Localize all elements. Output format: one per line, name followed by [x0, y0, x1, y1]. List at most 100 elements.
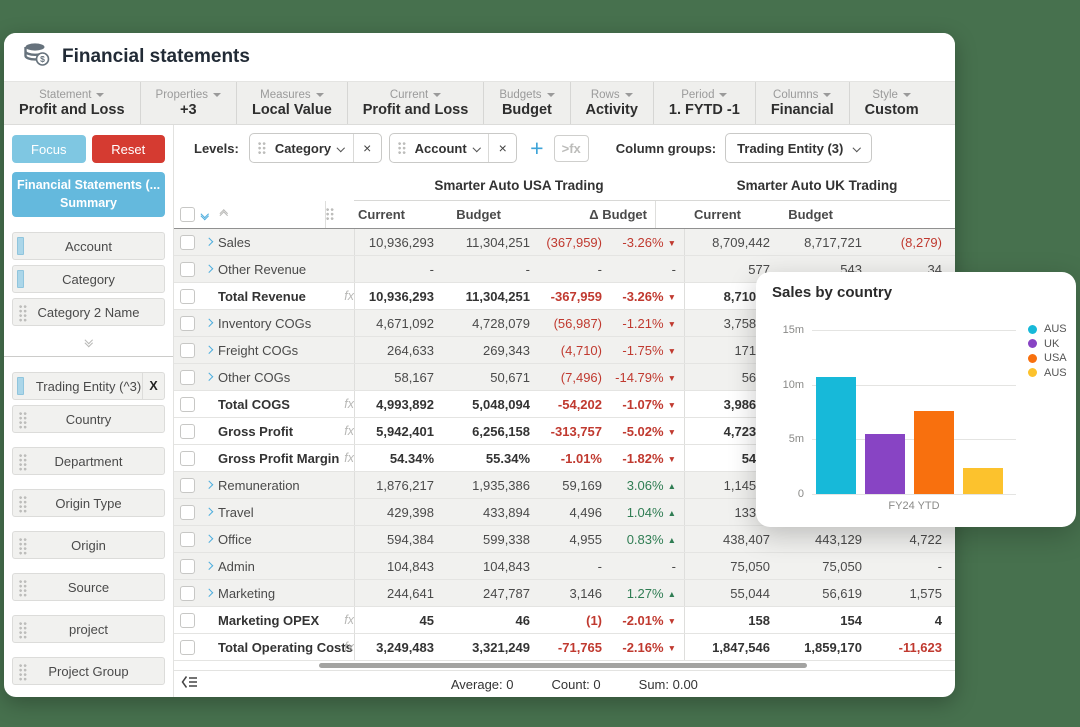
row-label: Admin: [218, 559, 336, 574]
drag-handle-icon[interactable]: [326, 208, 335, 221]
focus-button[interactable]: Focus: [12, 135, 86, 163]
toolbar-item-statement[interactable]: StatementProfit and Loss: [4, 82, 140, 124]
toolbar-item-style[interactable]: StyleCustom: [849, 82, 934, 124]
toolbar-item-current[interactable]: CurrentProfit and Loss: [347, 82, 484, 124]
expand-row-icon[interactable]: [205, 238, 213, 246]
drag-handle-icon[interactable]: [19, 580, 28, 597]
column-header-budget-uk[interactable]: Budget: [749, 207, 841, 222]
row-checkbox[interactable]: [180, 532, 195, 547]
toolbar-item-budgets[interactable]: BudgetsBudget: [483, 82, 569, 124]
table-row-admin[interactable]: Admin104,843104,843--75,05075,050-: [174, 553, 955, 580]
sidebar-field-project[interactable]: project: [12, 615, 165, 643]
drag-handle-icon[interactable]: [19, 496, 28, 513]
sidebar-field-project-group[interactable]: Project Group: [12, 657, 165, 685]
drag-handle-icon[interactable]: [19, 305, 28, 322]
cell-usa-delta: -1.01%: [538, 451, 610, 466]
row-checkbox[interactable]: [180, 262, 195, 277]
horizontal-scrollbar-track[interactable]: [174, 661, 955, 670]
row-checkbox[interactable]: [180, 586, 195, 601]
toolbar-item-properties[interactable]: Properties+3: [140, 82, 236, 124]
chevron-down-icon[interactable]: [473, 144, 481, 152]
row-checkbox[interactable]: [180, 235, 195, 250]
drag-handle-icon[interactable]: [19, 454, 28, 471]
select-all-checkbox[interactable]: [180, 207, 195, 222]
row-checkbox[interactable]: [180, 559, 195, 574]
chevron-down-icon[interactable]: [337, 144, 345, 152]
table-row-total-operating-costs[interactable]: Total Operating Costsfx3,249,4833,321,24…: [174, 634, 955, 661]
table-row-sales[interactable]: Sales10,936,29311,304,251(367,959)-3.26%…: [174, 229, 955, 256]
row-checkbox[interactable]: [180, 316, 195, 331]
cell-usa-delta-pct: -5.02%▼: [610, 424, 684, 439]
remove-field-button[interactable]: X: [142, 373, 164, 399]
toolbar-item-columns[interactable]: ColumnsFinancial: [755, 82, 849, 124]
sidebar-field-origin[interactable]: Origin: [12, 531, 165, 559]
table-row-marketing-opex[interactable]: Marketing OPEXfx4546(1)-2.01%▼1581544: [174, 607, 955, 634]
sidebar-field-department[interactable]: Department: [12, 447, 165, 475]
collapse-all-icon[interactable]: [221, 211, 227, 219]
drag-handle-icon[interactable]: [19, 664, 28, 681]
level-chip-category[interactable]: Category ×: [249, 133, 382, 163]
column-header-current[interactable]: Current: [358, 207, 405, 222]
sidebar-field-account[interactable]: Account: [12, 232, 165, 260]
drag-handle-icon[interactable]: [258, 142, 267, 155]
expand-row-icon[interactable]: [205, 373, 213, 381]
row-checkbox[interactable]: [180, 478, 195, 493]
toolbar-item-period[interactable]: Period1. FYTD -1: [653, 82, 755, 124]
add-level-button[interactable]: +: [530, 137, 543, 160]
expand-row-icon[interactable]: [205, 535, 213, 543]
remove-level-button[interactable]: ×: [488, 134, 516, 162]
expand-row-icon[interactable]: [205, 319, 213, 327]
drag-handle-icon[interactable]: [398, 142, 407, 155]
row-checkbox[interactable]: [180, 613, 195, 628]
row-checkbox[interactable]: [180, 640, 195, 655]
table-row-office[interactable]: Office594,384599,3384,9550.83%▲438,40744…: [174, 526, 955, 553]
row-checkbox[interactable]: [180, 424, 195, 439]
expand-all-icon[interactable]: [202, 211, 208, 219]
sidebar-field-trading-entity-3[interactable]: Trading Entity (^3)X: [12, 372, 165, 400]
expand-row-icon[interactable]: [205, 265, 213, 273]
row-checkbox[interactable]: [180, 451, 195, 466]
toolbar-item-measures[interactable]: MeasuresLocal Value: [236, 82, 347, 124]
chart-bar-uk-1[interactable]: [865, 434, 905, 494]
horizontal-scrollbar-thumb[interactable]: [319, 663, 807, 668]
field-list: Trading Entity (^3)X Country Department Ori…: [12, 372, 165, 685]
sidebar-field-category[interactable]: Category: [12, 265, 165, 293]
sidebar-field-category-2-name[interactable]: Category 2 Name: [12, 298, 165, 326]
cell-usa-budget: 104,843: [442, 559, 538, 574]
sidebar-expand-icon[interactable]: [12, 337, 165, 345]
column-groups-select[interactable]: Trading Entity (3): [725, 133, 872, 163]
row-checkbox[interactable]: [180, 370, 195, 385]
drag-handle-icon[interactable]: [19, 622, 28, 639]
column-header-current-uk[interactable]: Current: [655, 201, 749, 228]
drag-handle-icon[interactable]: [19, 538, 28, 555]
cell-usa-delta-pct: -1.21%▼: [610, 316, 684, 331]
column-header-delta-budget[interactable]: Δ Budget: [581, 207, 655, 222]
level-chip-account[interactable]: Account ×: [389, 133, 518, 163]
expand-row-icon[interactable]: [205, 589, 213, 597]
sidebar-field-country[interactable]: Country: [12, 405, 165, 433]
row-checkbox[interactable]: [180, 343, 195, 358]
chart-bar-aus-0[interactable]: [816, 377, 856, 494]
formula-button[interactable]: >fx: [554, 135, 589, 162]
expand-row-icon[interactable]: [205, 508, 213, 516]
expand-row-icon[interactable]: [205, 481, 213, 489]
fx-indicator: fx: [336, 289, 354, 303]
column-header-budget[interactable]: Budget: [413, 207, 509, 222]
chart-bar-aus-3[interactable]: [963, 468, 1003, 494]
toolbar-item-rows[interactable]: RowsActivity: [570, 82, 653, 124]
row-checkbox[interactable]: [180, 397, 195, 412]
table-row-marketing[interactable]: Marketing244,641247,7873,1461.27%▲55,044…: [174, 580, 955, 607]
selected-view-button[interactable]: Financial Statements (... Summary: [12, 172, 165, 217]
row-checkbox[interactable]: [180, 505, 195, 520]
row-checkbox[interactable]: [180, 289, 195, 304]
chart-bar-usa-2[interactable]: [914, 411, 954, 494]
sidebar-field-source[interactable]: Source: [12, 573, 165, 601]
remove-level-button[interactable]: ×: [353, 134, 381, 162]
expand-row-icon[interactable]: [205, 562, 213, 570]
collapse-panel-icon[interactable]: [181, 675, 198, 694]
drag-handle-icon[interactable]: [19, 412, 28, 429]
sidebar-field-origin-type[interactable]: Origin Type: [12, 489, 165, 517]
sidebar: Focus Reset Financial Statements (... Su…: [4, 125, 174, 697]
expand-row-icon[interactable]: [205, 346, 213, 354]
reset-button[interactable]: Reset: [92, 135, 166, 163]
